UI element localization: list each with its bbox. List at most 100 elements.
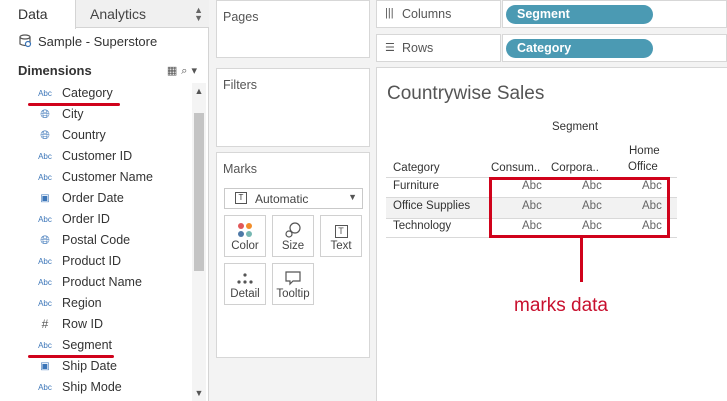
column-field-header: Segment (552, 121, 599, 133)
string-type-icon: Abc (38, 383, 52, 392)
text-icon: T (321, 222, 361, 238)
string-type-icon: Abc (38, 341, 52, 350)
field-label: Row ID (62, 317, 103, 331)
scroll-up-icon[interactable]: ▲ (192, 86, 206, 96)
globe-icon: 🌐︎ (40, 107, 50, 121)
rows-label: Rows (402, 41, 434, 55)
datasource-label: Sample - Superstore (38, 34, 158, 49)
size-icon (285, 222, 301, 238)
field-label: Product Name (62, 275, 142, 289)
filters-title: Filters (223, 78, 258, 92)
pane-tabbar: Data Analytics ▲ ▼ (0, 0, 209, 29)
field-ship-mode[interactable]: Abc Ship Mode (0, 377, 193, 398)
category-highlight-underline (28, 103, 120, 106)
columns-shelf-label: ||| Columns (376, 0, 501, 28)
field-customer-name[interactable]: Abc Customer Name (0, 167, 193, 188)
worksheet-view: Countrywise Sales Segment Category Consu… (376, 67, 727, 401)
number-type-icon: # (41, 317, 49, 331)
columns-label: Columns (402, 7, 452, 21)
field-order-date[interactable]: ▣ Order Date (0, 188, 193, 209)
field-row-id[interactable]: # Row ID (0, 314, 193, 335)
detail-button[interactable]: Detail (224, 263, 266, 305)
columns-shelf[interactable]: Segment (502, 0, 727, 28)
row-field-header[interactable]: Category (393, 162, 440, 174)
field-label: Order ID (62, 212, 110, 226)
datasource-item[interactable]: Sample - Superstore (18, 32, 157, 52)
size-label: Size (281, 240, 305, 252)
field-product-id[interactable]: Abc Product ID (0, 251, 193, 272)
view-list-icon[interactable]: ▦ (167, 65, 181, 77)
worksheet-title: Countrywise Sales (387, 83, 545, 104)
pages-card[interactable]: Pages (216, 0, 370, 58)
column-header-corporate[interactable]: Corpora.. (551, 162, 599, 174)
tab-data[interactable]: Data (0, 0, 76, 29)
data-pane: Data Analytics ▲ ▼ Sample - Superstore Di… (0, 0, 209, 401)
marks-title: Marks (223, 162, 258, 176)
row-header-furniture[interactable]: Furniture (393, 180, 439, 192)
rows-shelf[interactable]: Category (502, 34, 727, 62)
marks-highlight-box (489, 177, 670, 238)
detail-icon (237, 273, 253, 284)
string-type-icon: Abc (38, 215, 52, 224)
color-button[interactable]: Color (224, 215, 266, 257)
string-type-icon: Abc (38, 257, 52, 266)
dimension-scrollbar[interactable]: ▲ ▼ (192, 83, 206, 401)
tab-analytics[interactable]: Analytics (90, 0, 146, 28)
text-mark-icon: T (235, 192, 247, 204)
rows-icon: ☰ (385, 42, 395, 54)
rows-shelf-label: ☰ Rows (376, 34, 501, 62)
segment-pill[interactable]: Segment (506, 5, 653, 24)
annotation-text: marks data (514, 295, 608, 316)
column-header-office[interactable]: Office (628, 161, 658, 173)
scroll-down-icon[interactable]: ▼ (192, 388, 206, 398)
field-customer-id[interactable]: Abc Customer ID (0, 146, 193, 167)
field-label: Region (62, 296, 102, 310)
scroll-thumb[interactable] (194, 113, 204, 271)
globe-icon: 🌐︎ (40, 233, 50, 247)
calendar-icon: ▣ (40, 361, 50, 372)
category-pill[interactable]: Category (506, 39, 653, 58)
field-country[interactable]: 🌐︎ Country (0, 125, 193, 146)
field-category[interactable]: Abc Category (0, 83, 193, 104)
dimensions-header: Dimensions ▦⌕▾ (0, 60, 209, 82)
tooltip-icon (285, 271, 301, 286)
field-order-id[interactable]: Abc Order ID (0, 209, 193, 230)
dropdown-icon[interactable]: ▾ (191, 65, 201, 77)
segment-highlight-underline (28, 355, 114, 358)
field-segment[interactable]: Abc Segment (0, 335, 193, 356)
text-icon-glyph: T (334, 225, 348, 238)
mark-type-select[interactable]: T Automatic ▼ (224, 188, 363, 209)
row-header-office-supplies[interactable]: Office Supplies (393, 200, 470, 212)
pane-menu-arrows-icon[interactable]: ▲ ▼ (194, 6, 203, 23)
field-postal-code[interactable]: 🌐︎ Postal Code (0, 230, 193, 251)
field-label: Customer Name (62, 170, 153, 184)
string-type-icon: Abc (38, 173, 52, 182)
field-label: Segment (62, 338, 113, 352)
tooltip-button[interactable]: Tooltip (272, 263, 314, 305)
field-product-name[interactable]: Abc Product Name (0, 272, 193, 293)
row-header-technology[interactable]: Technology (393, 220, 451, 232)
filters-card[interactable]: Filters (216, 68, 370, 147)
field-ship-date[interactable]: ▣ Ship Date (0, 356, 193, 377)
datasource-icon (19, 34, 32, 48)
tooltip-label: Tooltip (276, 288, 310, 300)
string-type-icon: Abc (38, 299, 52, 308)
field-label: Order Date (62, 191, 124, 205)
string-type-icon: Abc (38, 152, 52, 161)
size-button[interactable]: Size (272, 215, 314, 257)
text-label: Text (330, 240, 352, 252)
text-button[interactable]: T Text (320, 215, 362, 257)
field-label: City (62, 107, 84, 121)
column-header-consumer[interactable]: Consum.. (491, 162, 540, 174)
field-label: Country (62, 128, 106, 142)
column-header-home[interactable]: Home (629, 145, 660, 157)
field-label: Customer ID (62, 149, 133, 163)
search-icon[interactable]: ⌕ (181, 65, 191, 77)
field-city[interactable]: 🌐︎ City (0, 104, 193, 125)
field-label: Postal Code (62, 233, 131, 247)
annotation-arrow (580, 238, 583, 282)
string-type-icon: Abc (38, 89, 52, 98)
tableau-workspace: Data Analytics ▲ ▼ Sample - Superstore Di… (0, 0, 727, 401)
field-region[interactable]: Abc Region (0, 293, 193, 314)
tab-analytics-label: Analytics (90, 6, 147, 22)
